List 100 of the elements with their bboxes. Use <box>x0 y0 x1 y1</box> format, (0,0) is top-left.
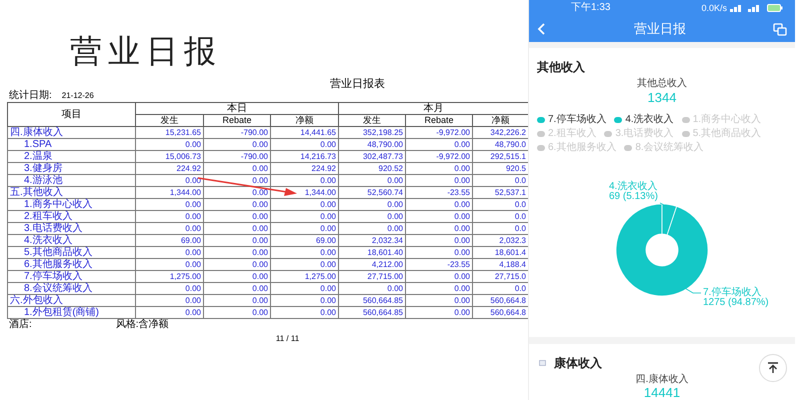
report-heading: 营业日报 <box>70 34 222 68</box>
table-cell: 5.其他商品收入 <box>8 246 136 258</box>
column-header: 发生 <box>338 114 406 126</box>
table-cell: 0.00 <box>204 138 270 150</box>
slice-label: 7.停车场收入 1275 (94.87%) <box>703 288 769 308</box>
table-cell: 0.00 <box>270 210 338 222</box>
table-cell: 4,212.00 <box>338 258 406 270</box>
table-cell: 14,216.73 <box>270 150 338 162</box>
table-cell: 0.00 <box>204 258 270 270</box>
table-cell: -23.55 <box>406 258 472 270</box>
status-time: 下午1:33 <box>571 3 610 13</box>
table-cell: 0.00 <box>406 234 472 246</box>
style-label: 风格:含净额 <box>116 319 169 331</box>
table-cell: 224.92 <box>270 162 338 174</box>
table-cell: 0.00 <box>204 186 270 198</box>
table-cell: 224.92 <box>136 162 204 174</box>
page-title: 营业日报 <box>634 20 686 38</box>
column-group-header: 本月 <box>338 102 528 114</box>
scroll-top-button[interactable] <box>759 354 787 382</box>
table-cell: 0.00 <box>204 210 270 222</box>
table-cell: 0.00 <box>406 282 472 294</box>
table-cell: 0.00 <box>406 162 472 174</box>
table-cell: 15,231.65 <box>136 126 204 138</box>
table-cell: 0.00 <box>136 294 204 306</box>
date-label: 统计日期: <box>9 90 52 102</box>
table-cell: 0.00 <box>406 222 472 234</box>
table-cell: 6.其他服务收入 <box>8 258 136 270</box>
table-cell: 0.00 <box>136 138 204 150</box>
table-cell: 0.00 <box>204 162 270 174</box>
leader-line <box>682 286 702 294</box>
total-value: 1344 <box>648 90 676 106</box>
table-cell: 0.00 <box>406 306 472 318</box>
page-number: 11 / 11 <box>276 333 300 345</box>
column-group-header: 本日 <box>136 102 338 114</box>
table-cell: 0.00 <box>270 294 338 306</box>
table-cell: -9,972.00 <box>406 126 472 138</box>
table-cell: 0.00 <box>270 222 338 234</box>
table-cell: 0.00 <box>270 138 338 150</box>
table-cell: 3.健身房 <box>8 162 136 174</box>
table-cell: 0.00 <box>406 198 472 210</box>
table-cell: 0.00 <box>270 174 338 186</box>
table-cell: 0.00 <box>204 222 270 234</box>
battery-icon <box>767 4 783 12</box>
section-title: 康体收入 <box>554 356 602 370</box>
hotel-label: 酒店: <box>9 319 32 331</box>
table-cell: 3.电话费收入 <box>8 222 136 234</box>
table-cell: -790.00 <box>204 150 270 162</box>
report-title: 营业日报表 <box>330 78 385 90</box>
table-cell: 0.00 <box>136 210 204 222</box>
table-cell: 27,715.00 <box>338 270 406 282</box>
table-cell: 0.00 <box>136 222 204 234</box>
table-cell: 0.00 <box>136 282 204 294</box>
total-label: 四.康体收入 <box>636 374 688 386</box>
table-cell: 7.停车场收入 <box>8 270 136 282</box>
table-cell: 0.00 <box>136 258 204 270</box>
network-speed: 0.0K/s <box>701 3 727 13</box>
table-cell: -9,972.00 <box>406 150 472 162</box>
table-cell: 2.温泉 <box>8 150 136 162</box>
table-cell: 0.00 <box>204 306 270 318</box>
table-cell: 0.00 <box>406 210 472 222</box>
slice-label: 4.洗衣收入 69 (5.13%) <box>609 182 658 202</box>
section-title: 其他收入 <box>537 60 586 74</box>
table-cell: 302,487.73 <box>338 150 406 162</box>
table-cell: 0.00 <box>136 198 204 210</box>
column-header: 净额 <box>270 114 338 126</box>
table-cell: 0.00 <box>204 234 270 246</box>
table-cell: 0.00 <box>338 222 406 234</box>
table-cell: 52,560.74 <box>338 186 406 198</box>
table-cell: 0.00 <box>406 270 472 282</box>
column-header: Rebate <box>204 114 270 126</box>
table-cell: 六.外包收入 <box>8 294 136 306</box>
table-cell: 1,344.00 <box>136 186 204 198</box>
column-header: Rebate <box>406 114 472 126</box>
total-value: 14441 <box>644 386 680 400</box>
legend-item[interactable]: 4.洗衣收入 <box>614 114 674 126</box>
table-cell: 0.00 <box>406 174 472 186</box>
table-cell: 15,006.73 <box>136 150 204 162</box>
table-cell: 69.00 <box>270 234 338 246</box>
back-icon[interactable] <box>537 23 547 35</box>
table-cell: 0.00 <box>204 294 270 306</box>
table-cell: 48,790.00 <box>338 138 406 150</box>
table-cell: 69.00 <box>136 234 204 246</box>
table-cell: 四.康体收入 <box>8 126 136 138</box>
table-cell: 0.00 <box>406 246 472 258</box>
column-header: 项目 <box>8 102 136 126</box>
table-cell: 0.00 <box>204 174 270 186</box>
table-cell: 0.00 <box>406 294 472 306</box>
table-cell: 1,275.00 <box>270 270 338 282</box>
table-cell: -23.55 <box>406 186 472 198</box>
table-cell: 0.00 <box>204 246 270 258</box>
table-cell: 1.外包租赁(商铺) <box>8 306 136 318</box>
table-cell: 560,664.85 <box>338 294 406 306</box>
table-cell: 0.00 <box>136 306 204 318</box>
legend-item[interactable]: 7.停车场收入 <box>537 114 606 126</box>
table-cell: -790.00 <box>204 126 270 138</box>
table-cell: 920.52 <box>338 162 406 174</box>
table-cell: 1.SPA <box>8 138 136 150</box>
table-cell: 1,275.00 <box>136 270 204 282</box>
table-cell: 五.其他收入 <box>8 186 136 198</box>
copy-icon[interactable] <box>773 22 787 36</box>
